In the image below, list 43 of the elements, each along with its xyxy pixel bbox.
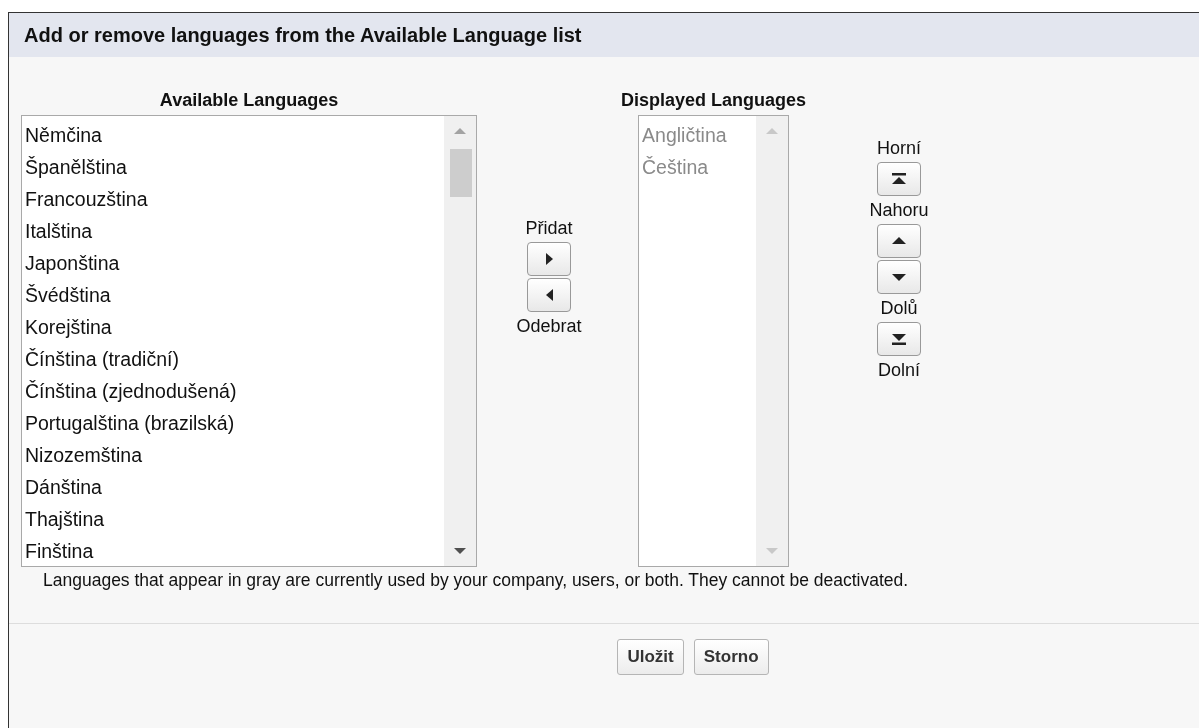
move-up-button[interactable] (877, 224, 922, 258)
right-triangle-icon (545, 253, 553, 265)
language-option[interactable]: Francouzština (25, 183, 148, 215)
info-text: Languages that appear in gray are currently used by your company, users, or both. They cannot be deactivated. (43, 570, 910, 591)
language-option[interactable]: Thajština (25, 503, 105, 535)
language-option[interactable]: Korejština (25, 311, 112, 343)
language-listbox[interactable]: Angličtina Čeština (638, 115, 790, 567)
up-triangle-icon (892, 235, 907, 247)
move-down-button[interactable] (877, 260, 922, 294)
move-label: Nahoru (869, 199, 929, 222)
language-option[interactable]: Nizozemština (25, 439, 143, 471)
dialog-title: Add or remove languages from the Available Language list (24, 23, 582, 47)
list-heading: Displayed Languages (621, 89, 807, 112)
language-option[interactable]: Čínština (zjednodušená) (25, 375, 237, 407)
language-option[interactable]: Španělština (25, 151, 127, 183)
save-button[interactable]: Uložit (617, 639, 684, 675)
language-option[interactable]: Portugalština (brazilská) (25, 407, 235, 439)
language-option[interactable]: Němčina (25, 119, 102, 151)
language-option[interactable]: Švédština (25, 279, 111, 311)
remove-label: Odebrat (516, 315, 582, 338)
language-option[interactable]: Dánština (25, 471, 102, 503)
cancel-button[interactable]: Storno (693, 639, 769, 675)
list-heading: Available Languages (159, 89, 339, 112)
move-label: Horní (877, 137, 922, 160)
move-bottom-button[interactable] (877, 322, 922, 356)
language-option[interactable]: Čínština (tradiční) (25, 343, 179, 375)
scrollbar[interactable] (756, 116, 789, 566)
add-label: Přidat (525, 217, 573, 240)
scrollbar[interactable] (444, 116, 476, 566)
move-label: Dolní (878, 359, 921, 382)
left-triangle-icon (545, 289, 553, 301)
move-label: Dolů (880, 297, 918, 320)
down-triangle-icon (892, 271, 907, 283)
move-top-icon (892, 173, 907, 185)
move-bottom-icon (892, 333, 907, 345)
remove-button[interactable] (527, 278, 571, 312)
language-listbox[interactable]: Němčina Španělština Francouzština Italština Japonština Švédština Korejština Čínština (tradiční) Čínština (zjednodušená) Portugalština (brazilská) Nizozemština Dánština Thajština Finština (21, 115, 477, 567)
language-option[interactable]: Finština (25, 535, 94, 567)
language-option[interactable]: Japonština (25, 247, 120, 279)
language-option[interactable]: Italština (25, 215, 93, 247)
add-button[interactable] (527, 242, 571, 276)
move-top-button[interactable] (877, 162, 922, 196)
language-option[interactable]: Čeština (642, 151, 709, 183)
